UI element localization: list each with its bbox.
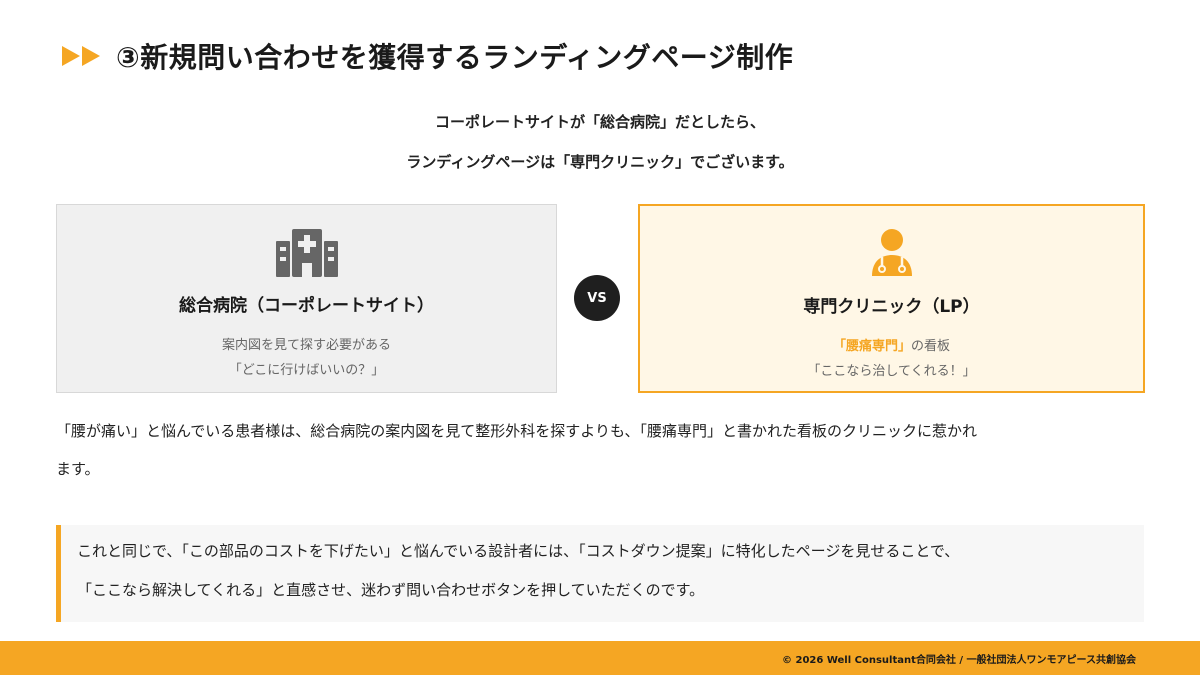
hospital-building-icon (275, 227, 338, 281)
doctor-icon (870, 228, 914, 280)
callout-line-2: 「ここなら解決してくれる」と直感させ、迷わず問い合わせボタンを押していただくので… (77, 581, 705, 599)
explanation-line-1: 「腰が痛い」と悩んでいる患者様は、総合病院の案内図を見て整形外科を探すよりも、「… (56, 422, 978, 440)
callout-box: これと同じで、「この部品のコストを下げたい」と悩んでいる設計者には、「コストダウ… (56, 525, 1144, 622)
callout-line-1: これと同じで、「この部品のコストを下げたい」と悩んでいる設計者には、「コストダウ… (77, 542, 960, 560)
signboard-label: の看板 (911, 339, 951, 354)
title-row: ③新規問い合わせを獲得するランディングページ制作 (60, 36, 793, 76)
specialty-clinic-title: 専門クリニック（LP） (803, 297, 980, 317)
vs-badge: VS (574, 275, 620, 321)
general-hospital-desc-1: 案内図を見て探す必要がある (221, 338, 391, 353)
footer-copyright: © 2026 Well Consultant合同会社 / 一般社団法人ワンモアピ… (782, 655, 1136, 666)
general-hospital-desc-2: 「どこに行けばいいの？」 (228, 363, 385, 378)
intro-line-2: ランディングページは「専門クリニック」でございます。 (406, 153, 794, 171)
back-pain-highlight: 「腰痛専門」 (832, 339, 911, 354)
footer-bar: © 2026 Well Consultant合同会社 / 一般社団法人ワンモアピ… (0, 641, 1200, 675)
specialty-clinic-desc-2: 「ここなら治してくれる！」 (807, 364, 976, 379)
explanation-line-2: ます。 (56, 460, 100, 478)
general-hospital-card: 総合病院（コーポレートサイト） 案内図を見て探す必要がある 「どこに行けばいいの… (56, 204, 557, 393)
double-play-icon (60, 41, 108, 71)
general-hospital-title: 総合病院（コーポレートサイト） (179, 296, 434, 316)
specialty-clinic-card: 専門クリニック（LP） 「腰痛専門」の看板 「ここなら治してくれる！」 (638, 204, 1145, 393)
page-title: ③新規問い合わせを獲得するランディングページ制作 (116, 41, 794, 74)
specialty-clinic-desc-1: 「腰痛専門」の看板 (640, 335, 1143, 354)
intro-line-1: コーポレートサイトが「総合病院」だとしたら、 (434, 113, 765, 131)
